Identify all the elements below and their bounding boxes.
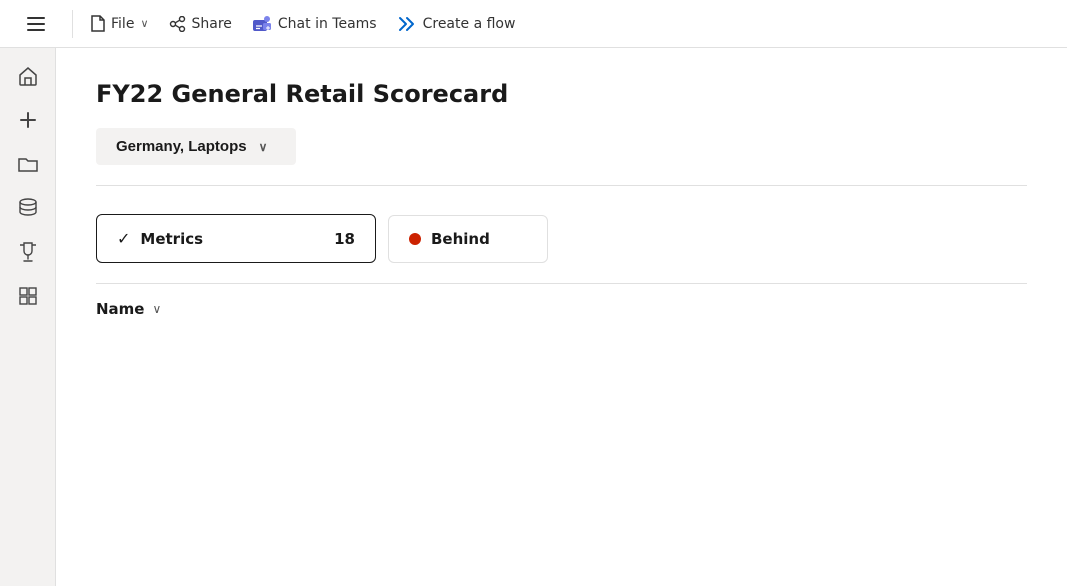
status-card[interactable]: Behind <box>388 215 548 263</box>
sidebar-folder-icon[interactable] <box>8 144 48 184</box>
file-icon <box>91 15 105 32</box>
metrics-label: Metrics <box>140 230 324 248</box>
filter-chevron-icon: ∨ <box>259 140 268 154</box>
flow-label: Create a flow <box>423 16 516 32</box>
sidebar-trophy-icon[interactable] <box>8 232 48 272</box>
filter-section: Germany, Laptops ∨ <box>96 128 1027 186</box>
status-label: Behind <box>431 230 490 248</box>
hamburger-button[interactable] <box>16 4 56 44</box>
chat-label: Chat in Teams <box>278 16 377 32</box>
sidebar-home-icon[interactable] <box>8 56 48 96</box>
teams-icon <box>252 15 272 33</box>
status-dot-icon <box>409 233 421 245</box>
sidebar-grid-icon[interactable] <box>8 276 48 316</box>
content-inner: FY22 General Retail Scorecard Germany, L… <box>56 48 1067 342</box>
content-area: FY22 General Retail Scorecard Germany, L… <box>56 48 1067 586</box>
chat-in-teams-button[interactable]: Chat in Teams <box>242 9 387 39</box>
file-chevron: ∨ <box>140 17 148 30</box>
flow-icon <box>397 15 417 33</box>
filter-dropdown-button[interactable]: Germany, Laptops ∨ <box>96 128 296 165</box>
create-flow-button[interactable]: Create a flow <box>387 9 526 39</box>
sidebar-add-icon[interactable] <box>8 100 48 140</box>
file-label: File <box>111 16 134 32</box>
share-label: Share <box>192 16 232 32</box>
metrics-count: 18 <box>334 230 355 248</box>
page-title: FY22 General Retail Scorecard <box>96 80 1027 108</box>
sidebar <box>0 48 56 586</box>
filter-label: Germany, Laptops <box>116 138 247 155</box>
share-button[interactable]: Share <box>159 10 242 38</box>
metrics-card[interactable]: ✓ Metrics 18 <box>96 214 376 263</box>
sidebar-database-icon[interactable] <box>8 188 48 228</box>
file-menu-button[interactable]: File ∨ <box>81 9 159 38</box>
share-icon <box>169 16 186 32</box>
main-layout: FY22 General Retail Scorecard Germany, L… <box>0 48 1067 586</box>
metrics-section: ✓ Metrics 18 Behind <box>96 206 1027 284</box>
metrics-check-icon: ✓ <box>117 229 130 248</box>
toolbar: File ∨ Share Chat in Teams <box>0 0 1067 48</box>
name-section: Name ∨ <box>96 284 1027 318</box>
toolbar-divider <box>72 10 73 38</box>
name-sort-icon[interactable]: ∨ <box>152 302 161 316</box>
name-column-header: Name <box>96 300 144 318</box>
